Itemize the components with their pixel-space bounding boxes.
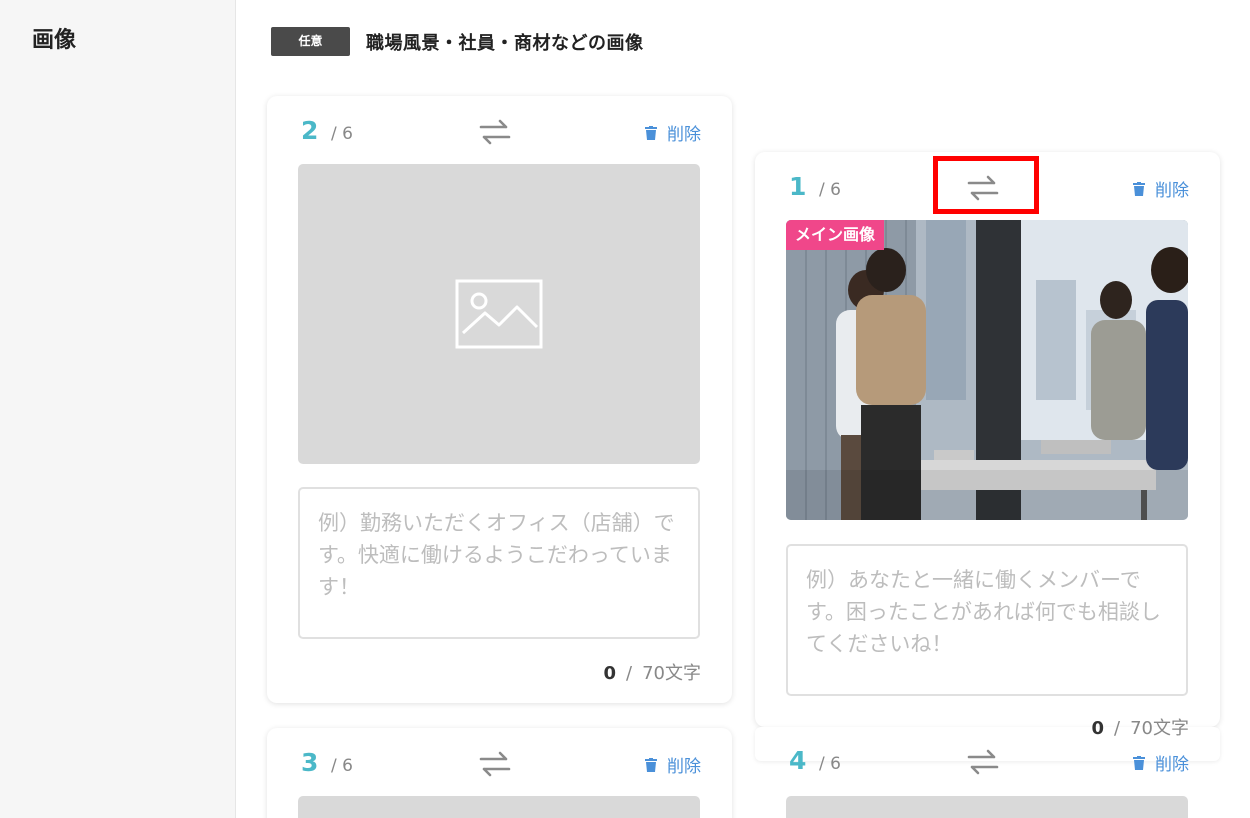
sidebar: 画像 bbox=[0, 0, 236, 818]
swap-button[interactable] bbox=[963, 746, 1003, 778]
card-number: 3 bbox=[301, 748, 319, 777]
char-counter: 0 / 70文字 bbox=[1091, 714, 1189, 740]
office-team-photo bbox=[786, 220, 1188, 520]
trash-icon bbox=[1133, 755, 1145, 770]
trash-icon bbox=[1133, 181, 1145, 196]
main-photo[interactable]: メイン画像 bbox=[786, 220, 1188, 520]
card-total: / 6 bbox=[331, 756, 353, 776]
caption-input[interactable] bbox=[298, 487, 700, 639]
card-4-top: 4 / 6 削除 bbox=[755, 746, 1220, 779]
sidebar-title: 画像 bbox=[32, 28, 77, 53]
delete-label: 削除 bbox=[1155, 755, 1189, 775]
image-card-2: 2 / 6 削除 0 / 70文字 bbox=[267, 96, 732, 703]
image-upload-area[interactable] bbox=[298, 796, 700, 818]
swap-button[interactable] bbox=[963, 172, 1003, 204]
swap-icon bbox=[479, 751, 511, 777]
image-placeholder-icon bbox=[455, 279, 543, 349]
card-1-footer: 0 / 70文字 4 / 6 削除 bbox=[755, 718, 1220, 775]
delete-button[interactable]: 削除 bbox=[1133, 750, 1189, 775]
image-upload-area[interactable] bbox=[298, 164, 700, 464]
char-counter: 0 / 70文字 bbox=[603, 659, 701, 685]
card-total: / 6 bbox=[819, 754, 841, 774]
image-card-1: 1 / 6 削除 メイン画像 bbox=[755, 152, 1220, 727]
char-count-max: 70文字 bbox=[1130, 718, 1189, 739]
trash-icon bbox=[645, 125, 657, 140]
delete-label: 削除 bbox=[667, 757, 701, 777]
card-number: 1 bbox=[789, 172, 807, 201]
trash-icon bbox=[645, 757, 657, 772]
card-total: / 6 bbox=[819, 180, 841, 200]
char-count-max: 70文字 bbox=[642, 663, 701, 684]
char-count-current: 0 bbox=[1091, 718, 1105, 739]
char-count-sep: / bbox=[626, 663, 633, 684]
section-title: 職場風景・社員・商材などの画像 bbox=[366, 32, 644, 54]
swap-button[interactable] bbox=[475, 748, 515, 780]
swap-icon bbox=[967, 749, 999, 775]
card-number: 4 bbox=[789, 746, 807, 775]
card-total: / 6 bbox=[331, 124, 353, 144]
image-card-3: 3 / 6 削除 bbox=[267, 728, 732, 818]
image-upload-area-4[interactable] bbox=[786, 796, 1188, 818]
section-header: 任意 職場風景・社員・商材などの画像 bbox=[271, 27, 644, 56]
swap-icon bbox=[479, 119, 511, 145]
delete-button[interactable]: 削除 bbox=[1133, 176, 1189, 201]
main-image-badge: メイン画像 bbox=[786, 220, 885, 250]
delete-label: 削除 bbox=[667, 125, 701, 145]
char-count-current: 0 bbox=[603, 663, 617, 684]
delete-label: 削除 bbox=[1155, 181, 1189, 201]
swap-icon bbox=[967, 175, 999, 201]
card-number: 2 bbox=[301, 116, 319, 145]
optional-badge: 任意 bbox=[271, 27, 350, 56]
char-count-sep: / bbox=[1114, 718, 1121, 739]
caption-input[interactable] bbox=[786, 544, 1188, 696]
delete-button[interactable]: 削除 bbox=[645, 752, 701, 777]
swap-button[interactable] bbox=[475, 116, 515, 148]
delete-button[interactable]: 削除 bbox=[645, 120, 701, 145]
